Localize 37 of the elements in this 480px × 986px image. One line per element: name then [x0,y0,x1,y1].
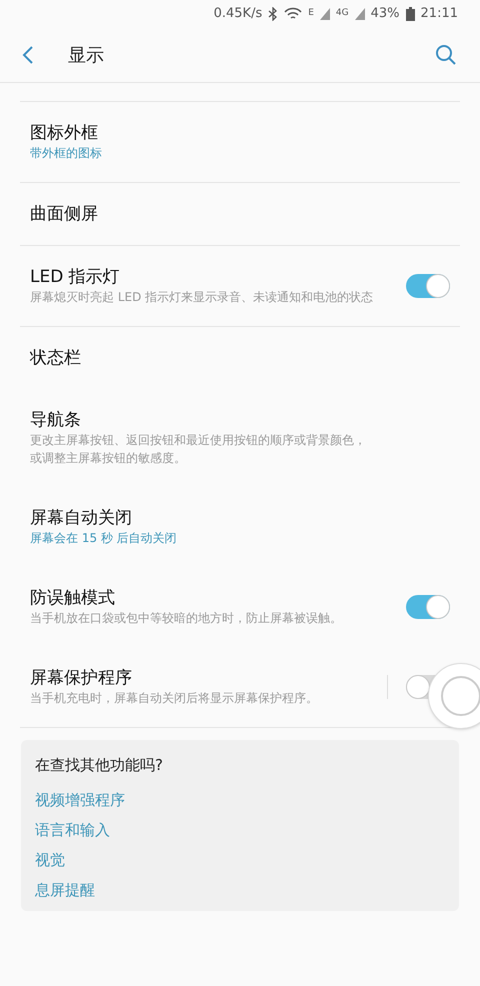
settings-row[interactable]: 屏幕自动关闭 屏幕会在 15 秒 后自动关闭 [20,487,460,567]
settings-row[interactable]: 防误触模式 当手机放在口袋或包中等较暗的地方时，防止屏幕被误触。 [20,567,460,647]
setting-title: 屏幕保护程序 [30,667,133,689]
signal-icon [354,8,365,20]
toggle-switch[interactable] [406,595,450,619]
setting-title: 图标外框 [30,122,99,144]
page-title: 显示 [68,44,105,68]
search-button[interactable] [434,43,458,67]
setting-description: 带外框的图标 [30,145,103,162]
setting-title: 状态栏 [30,347,82,369]
toggle-switch[interactable] [406,274,450,298]
setting-description: 当手机充电时，屏幕自动关闭后将显示屏幕保护程序。 [30,690,319,707]
setting-title: 曲面侧屏 [30,203,99,225]
clock: 21:11 [420,5,458,24]
settings-row[interactable]: 图标外框 带外框的图标 [20,102,460,183]
settings-row[interactable]: 导航条 更改主屏幕按钮、返回按钮和最近使用按钮的顺序或背景颜色，或调整主屏幕按钮的敏感度。 [20,389,460,487]
settings-row[interactable]: LED 指示灯 屏幕熄灭时亮起 LED 指示灯来显示录音、未读通知和电池的状态 [20,246,460,327]
settings-row[interactable]: 曲面侧屏 [20,183,460,246]
setting-description: 更改主屏幕按钮、返回按钮和最近使用按钮的顺序或背景颜色，或调整主屏幕按钮的敏感度。 [30,432,367,467]
card-title: 在查找其他功能吗? [35,755,164,776]
setting-description: 屏幕熄灭时亮起 LED 指示灯来显示录音、未读通知和电池的状态 [30,289,374,306]
setting-description: 屏幕会在 15 秒 后自动关闭 [30,530,178,547]
setting-title: LED 指示灯 [30,266,121,288]
signal-icon [320,8,330,20]
setting-title: 屏幕自动关闭 [30,507,133,529]
settings-row[interactable]: 状态栏 [20,327,460,389]
network-speed: 0.45K/s [214,5,262,24]
bluetooth-icon [268,7,278,21]
setting-title: 导航条 [30,409,82,431]
battery-icon [406,7,415,21]
assistive-touch-overlay[interactable] [428,663,480,729]
network-type: 4G [336,7,349,20]
network-type: E [308,7,314,20]
battery-percent: 43% [370,5,400,24]
setting-title: 防误触模式 [30,587,116,609]
wifi-icon [284,7,302,21]
setting-description: 当手机放在口袋或包中等较暗的地方时，防止屏幕被误触。 [30,610,343,627]
